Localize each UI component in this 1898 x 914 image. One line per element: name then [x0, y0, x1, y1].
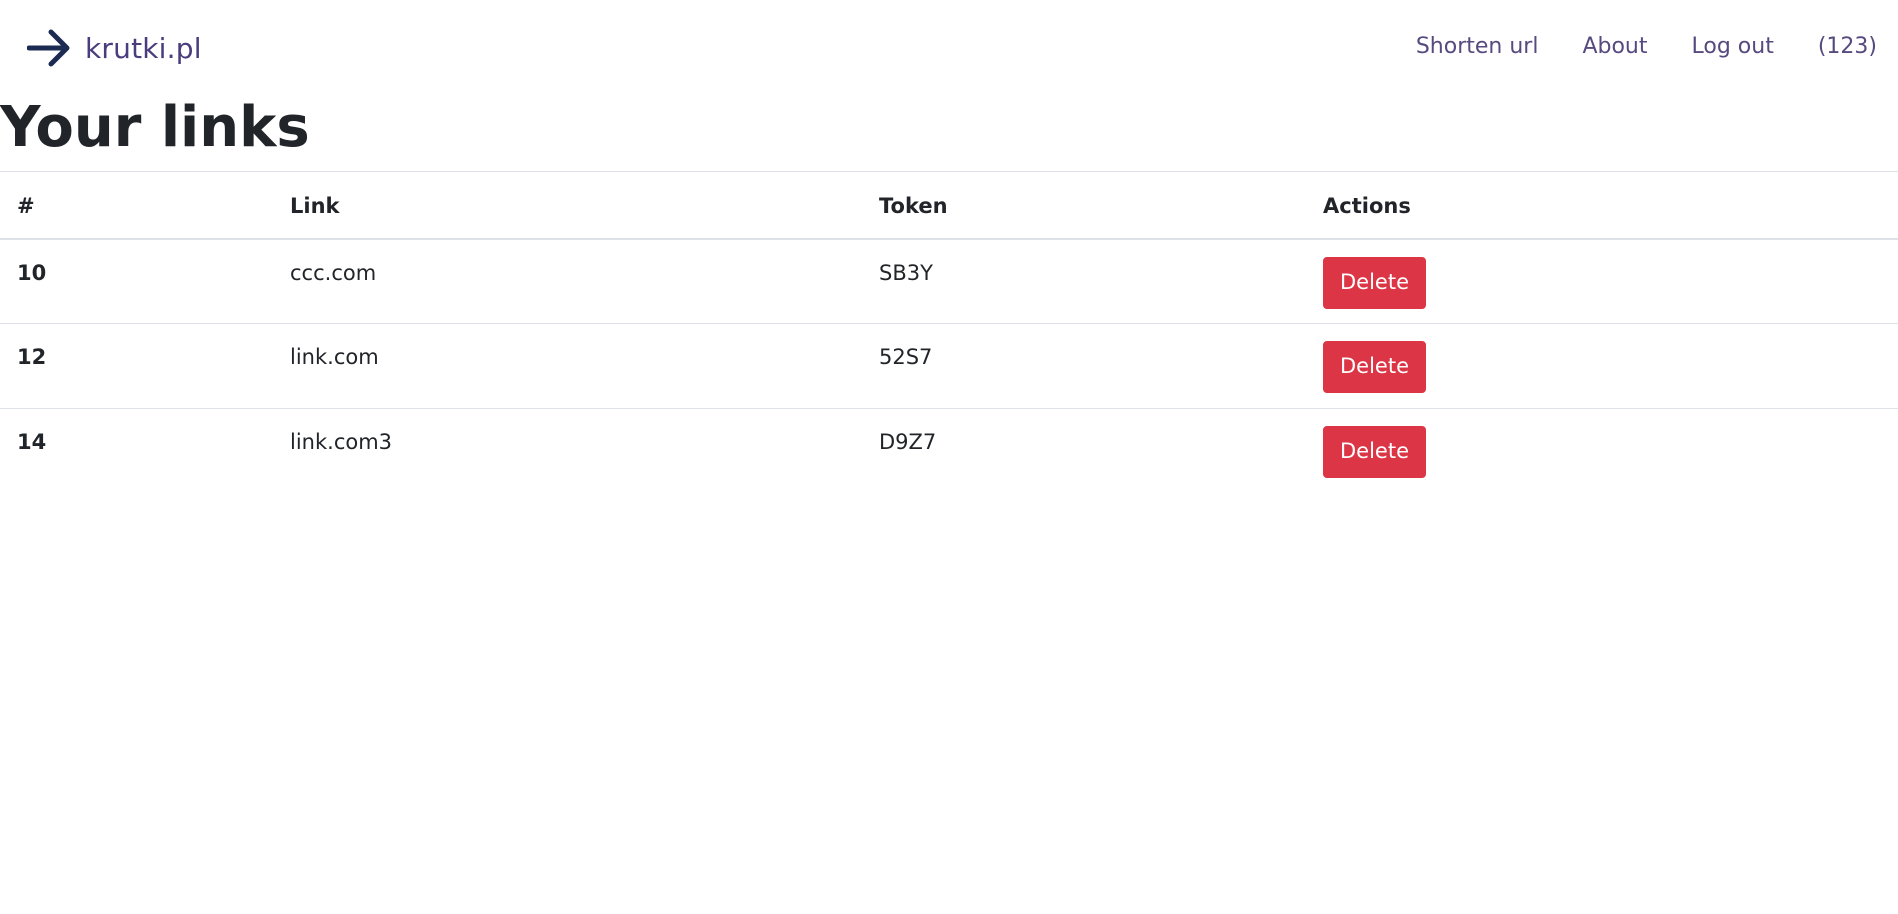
main-nav: Shorten url About Log out (123)	[1416, 34, 1877, 59]
row-link: link.com3	[290, 430, 393, 454]
row-id: 10	[17, 260, 47, 285]
row-actions: Delete	[1323, 239, 1898, 324]
table-header: # Link Token Actions	[0, 171, 1898, 240]
row-token: 52S7	[879, 345, 933, 369]
header-row: # Link Token Actions	[0, 171, 1898, 240]
header-link: Link	[290, 171, 879, 240]
nav-log-out[interactable]: Log out	[1692, 34, 1774, 59]
table-row: 10 ccc.com SB3Y Delete	[0, 239, 1898, 324]
header-id: #	[0, 171, 290, 240]
table-row: 12 link.com 52S7 Delete	[0, 324, 1898, 409]
table-row: 14 link.com3 D9Z7 Delete	[0, 409, 1898, 494]
nav-user-count[interactable]: (123)	[1818, 34, 1877, 59]
row-token: D9Z7	[879, 430, 937, 454]
delete-button[interactable]: Delete	[1323, 341, 1426, 393]
arrow-right-icon	[27, 29, 70, 67]
links-table: # Link Token Actions 10 ccc.com SB3Y Del…	[0, 171, 1898, 494]
table-body: 10 ccc.com SB3Y Delete 12 link.com 52S7 …	[0, 239, 1898, 494]
delete-button[interactable]: Delete	[1323, 426, 1426, 478]
row-id: 14	[17, 430, 47, 454]
row-actions: Delete	[1323, 409, 1898, 494]
header-token: Token	[879, 171, 1323, 240]
row-link: link.com	[290, 345, 379, 369]
page-title: Your links	[0, 95, 310, 160]
navbar: krutki.pl Shorten url About Log out (123…	[0, 0, 1898, 96]
delete-button[interactable]: Delete	[1323, 256, 1426, 309]
header-actions: Actions	[1323, 171, 1898, 240]
row-id: 12	[17, 345, 47, 369]
nav-shorten-url[interactable]: Shorten url	[1416, 34, 1539, 59]
row-actions: Delete	[1323, 324, 1898, 409]
row-token: SB3Y	[879, 260, 933, 285]
brand-name: krutki.pl	[85, 31, 202, 65]
row-link: ccc.com	[290, 260, 377, 285]
brand-link[interactable]: krutki.pl	[27, 26, 202, 70]
nav-about[interactable]: About	[1582, 34, 1647, 59]
